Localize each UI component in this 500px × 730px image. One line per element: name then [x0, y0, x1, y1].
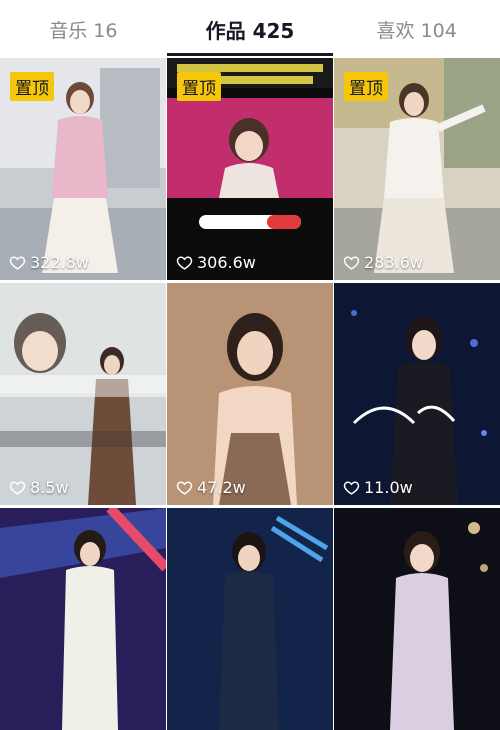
pinned-badge: 置顶	[177, 72, 221, 101]
video-thumbnail[interactable]	[0, 508, 166, 730]
video-thumbnail[interactable]: 11.0w	[334, 283, 500, 505]
video-thumbnail[interactable]: 8.5w	[0, 283, 166, 505]
video-grid: 置顶 322.8w 置顶 306.6w 置顶 283.6w 8.5w 47.2w…	[0, 58, 500, 730]
heart-icon	[9, 256, 26, 270]
video-thumbnail[interactable]: 置顶 306.6w	[167, 58, 333, 280]
thumbnail-image	[334, 283, 500, 505]
like-count-value: 8.5w	[30, 478, 69, 497]
like-count: 47.2w	[176, 478, 246, 497]
heart-icon	[176, 481, 193, 495]
pinned-badge: 置顶	[10, 72, 54, 101]
like-count-value: 283.6w	[364, 253, 423, 272]
thumbnail-image	[167, 508, 333, 730]
pinned-badge: 置顶	[344, 72, 388, 101]
like-count-value: 306.6w	[197, 253, 256, 272]
video-thumbnail[interactable]	[334, 508, 500, 730]
tab-likes[interactable]: 喜欢 104	[333, 0, 500, 58]
like-count: 8.5w	[9, 478, 69, 497]
thumbnail-image	[334, 508, 500, 730]
heart-icon	[9, 481, 26, 495]
tab-music[interactable]: 音乐 16	[0, 0, 167, 58]
like-count-value: 11.0w	[364, 478, 413, 497]
video-thumbnail[interactable]: 置顶 283.6w	[334, 58, 500, 280]
like-count: 283.6w	[343, 253, 423, 272]
video-thumbnail[interactable]	[167, 508, 333, 730]
thumbnail-image	[0, 508, 166, 730]
heart-icon	[176, 256, 193, 270]
video-thumbnail[interactable]: 置顶 322.8w	[0, 58, 166, 280]
like-count: 306.6w	[176, 253, 256, 272]
heart-icon	[343, 256, 360, 270]
like-count-value: 322.8w	[30, 253, 89, 272]
like-count: 11.0w	[343, 478, 413, 497]
profile-tabs: 音乐 16 作品 425 喜欢 104	[0, 0, 500, 58]
tab-works[interactable]: 作品 425	[166, 0, 334, 58]
thumbnail-image	[167, 283, 333, 505]
like-count-value: 47.2w	[197, 478, 246, 497]
heart-icon	[343, 481, 360, 495]
like-count: 322.8w	[9, 253, 89, 272]
video-thumbnail[interactable]: 47.2w	[167, 283, 333, 505]
thumbnail-image	[0, 283, 166, 505]
